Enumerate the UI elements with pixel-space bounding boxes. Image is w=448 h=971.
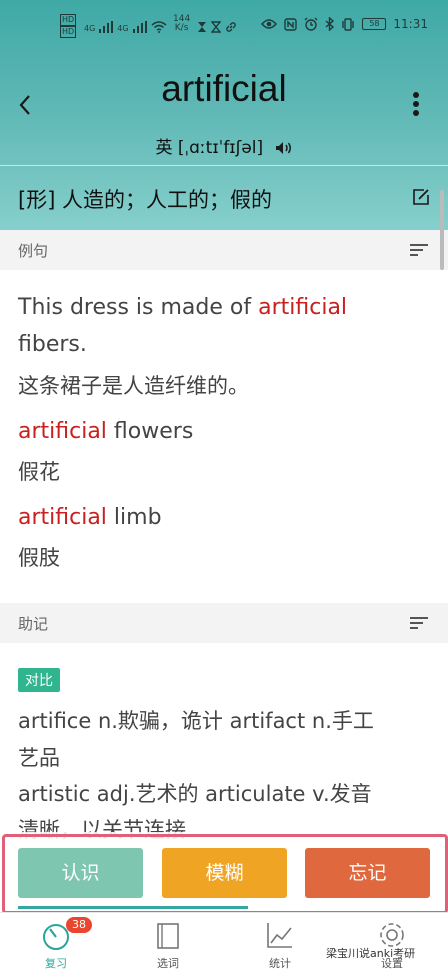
status-bar: HD HD 4G 4G 144 K/s 58 11:31	[0, 0, 448, 52]
example-1-en-line2: fibers.	[18, 332, 87, 357]
definition-text: [形] 人造的；人工的；假的	[18, 188, 273, 212]
network-type-2: 4G	[117, 24, 129, 33]
watermark-text: 梁宝川说anki考研	[326, 947, 416, 960]
hd-indicator: HD	[60, 14, 77, 26]
header-divider	[0, 165, 448, 166]
tab-select-words[interactable]: 选词	[112, 913, 224, 971]
speaker-icon[interactable]	[275, 141, 293, 155]
example-2-en: artificial flowers	[18, 419, 194, 444]
example-1-en: This dress is made of artificial	[18, 295, 348, 320]
examples-title: 例句	[18, 242, 49, 260]
compare-tag: 对比	[18, 668, 60, 692]
signal-icon-2	[132, 21, 147, 33]
example-1-term: artificial	[258, 295, 348, 320]
clock-time: 11:31	[393, 17, 428, 31]
phonetic-text: [ˌɑːtɪˈfɪʃəl]	[177, 138, 264, 158]
wifi-icon	[151, 21, 167, 33]
mnemonic-line-3: artistic adj.艺术的 articulate v.发音	[18, 782, 372, 806]
scrollbar-thumb[interactable]	[440, 190, 444, 270]
tab-statistics[interactable]: 统计	[224, 913, 336, 971]
status-icons-right: 58 11:31	[261, 17, 428, 31]
review-badge: 38	[66, 917, 92, 933]
examples-section-header: 例句	[0, 230, 448, 270]
sort-icon[interactable]	[410, 244, 428, 258]
tab-settings[interactable]: 设置	[336, 913, 448, 971]
eye-icon	[261, 19, 278, 29]
hd-indicator-2: HD	[60, 26, 77, 38]
sort-icon-2[interactable]	[410, 617, 428, 631]
example-3-en: artificial limb	[18, 505, 162, 530]
mnemonic-line-1: artifice n.欺骗，诡计 artifact n.手工	[18, 709, 374, 733]
highlight-frame	[2, 834, 448, 914]
alarm-icon	[304, 17, 318, 31]
tab-review-label: 复习	[45, 957, 67, 970]
tab-statistics-label: 统计	[269, 957, 291, 970]
hourglass-icon-2	[210, 21, 221, 33]
phonetic-row: 英 [ˌɑːtɪˈfɪʃəl]	[0, 133, 448, 158]
tab-review[interactable]: 38 复习	[0, 913, 112, 971]
phonetic-prefix: 英	[155, 138, 173, 158]
word-title: artificial	[161, 68, 287, 109]
mnemonic-title: 助记	[18, 615, 49, 633]
tab-select-words-label: 选词	[157, 957, 179, 970]
hourglass-icon	[197, 22, 206, 32]
battery-icon: 58	[362, 18, 387, 30]
mnemonic-section-header: 助记	[0, 603, 448, 643]
bluetooth-icon	[325, 17, 335, 31]
example-3-cn: 假肢	[18, 546, 60, 570]
network-type-1: 4G	[84, 24, 96, 33]
vibrate-icon	[342, 17, 355, 31]
more-options-button[interactable]	[406, 92, 426, 122]
example-1-cn: 这条裙子是人造纤维的。	[18, 374, 249, 398]
signal-icon	[99, 21, 114, 33]
example-3-term: artificial	[18, 505, 107, 530]
link-icon	[225, 22, 236, 32]
nfc-icon	[284, 17, 298, 31]
mnemonic-line-2: 艺品	[18, 746, 60, 770]
network-speed: 144 K/s	[173, 14, 191, 33]
chart-icon	[267, 923, 292, 948]
book-icon	[157, 923, 179, 949]
example-2-cn: 假花	[18, 460, 60, 484]
bottom-tab-bar: 38 复习 选词 统计 设置	[0, 912, 448, 971]
edit-icon[interactable]	[410, 186, 432, 208]
example-2-term: artificial	[18, 419, 107, 444]
